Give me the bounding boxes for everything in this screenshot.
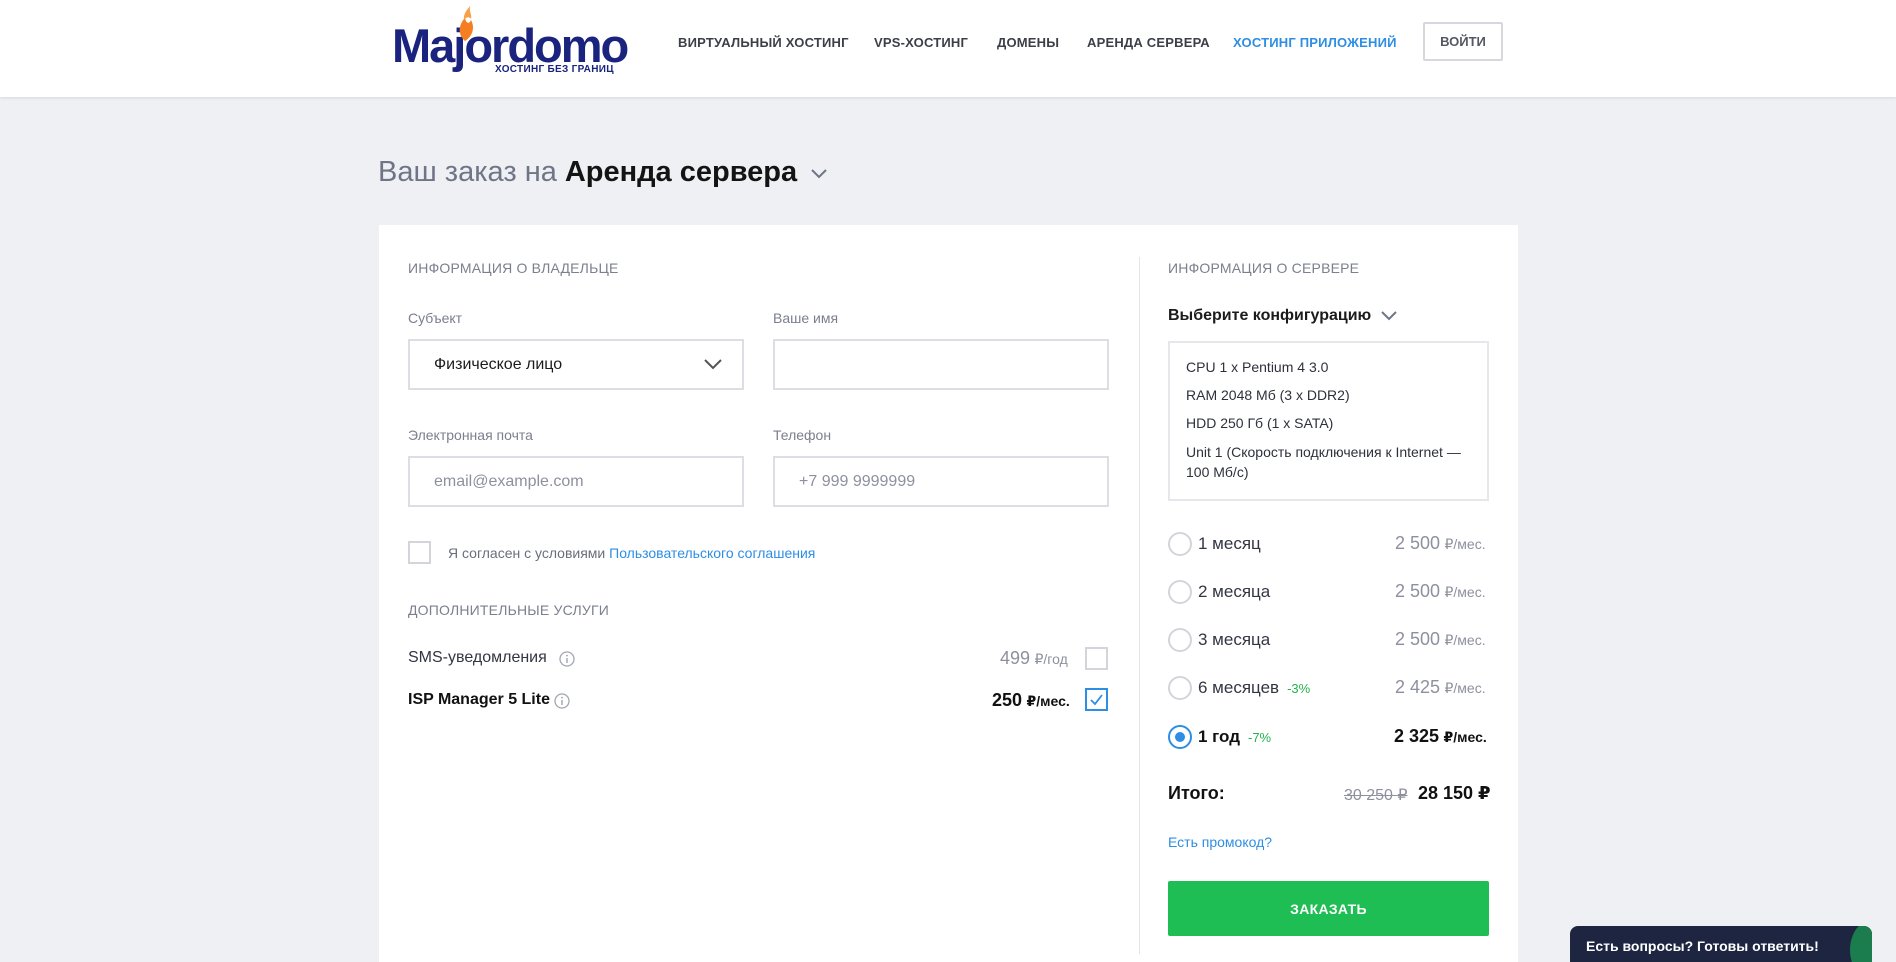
name-field[interactable] [773, 339, 1109, 390]
site-header: Majordomo ХОСТИНГ БЕЗ ГРАНИЦ ВИРТУАЛЬНЫЙ… [0, 0, 1896, 97]
period-label-2-months: 2 месяца [1198, 582, 1271, 601]
period-price-value: 2 500 [1395, 581, 1441, 601]
period-price-1-year: 2 325 ₽/мес. [1394, 726, 1487, 747]
email-input[interactable] [434, 472, 742, 491]
config-select-label: Выберите конфигурацию [1168, 307, 1372, 324]
phone-label: Телефон [773, 427, 832, 443]
isp-checkbox[interactable] [1085, 688, 1108, 711]
chat-widget[interactable]: Есть вопросы? Готовы ответить! [1570, 926, 1872, 962]
logo-tagline: ХОСТИНГ БЕЗ ГРАНИЦ [495, 64, 614, 75]
period-price-unit: ₽/мес. [1444, 536, 1486, 552]
config-specs-box: CPU 1 x Pentium 4 3.0 RAM 2048 Мб (3 x D… [1168, 341, 1489, 501]
spec-unit: Unit 1 (Скорость подключения к Internet … [1186, 444, 1461, 480]
period-price-value: 2 500 [1395, 533, 1441, 553]
isp-price-unit: ₽/мес. [1026, 693, 1070, 709]
user-agreement-link[interactable]: Пользовательского соглашения [609, 545, 815, 561]
period-price-6-months: 2 425 ₽/мес. [1395, 677, 1486, 698]
total-label: Итого: [1168, 783, 1225, 803]
page-title-product: Аренда сервера [564, 156, 798, 188]
name-label: Ваше имя [773, 310, 839, 326]
agree-label: Я согласен с условиями [448, 545, 606, 561]
period-label-1-month: 1 месяц [1198, 534, 1261, 553]
sms-price-value: 499 [1000, 648, 1031, 668]
agree-checkbox[interactable] [408, 541, 431, 564]
period-price-3-months: 2 500 ₽/мес. [1395, 629, 1486, 650]
period-price-2-months: 2 500 ₽/мес. [1395, 581, 1486, 602]
nav-vps-hosting[interactable]: VPS-ХОСТИНГ [874, 35, 968, 50]
period-price-value: 2 325 [1394, 726, 1440, 746]
period-radio-3-months[interactable] [1168, 628, 1192, 652]
chevron-down-icon [1381, 311, 1397, 321]
period-radio-1-month[interactable] [1168, 532, 1192, 556]
period-label-3-months: 3 месяца [1198, 630, 1271, 649]
period-price-unit: ₽/мес. [1444, 680, 1486, 696]
sms-service-name: SMS-уведомления [408, 649, 547, 666]
flame-icon [459, 6, 473, 41]
spec-ram: RAM 2048 Мб (3 x DDR2) [1186, 387, 1350, 403]
promo-code-link[interactable]: Есть промокод? [1168, 834, 1272, 850]
login-button[interactable]: ВОЙТИ [1423, 22, 1503, 61]
subject-select-value: Физическое лицо [434, 355, 563, 373]
nav-virtual-hosting[interactable]: ВИРТУАЛЬНЫЙ ХОСТИНГ [678, 35, 849, 50]
period-price-unit: ₽/мес. [1443, 729, 1487, 745]
period-price-value: 2 425 [1395, 677, 1441, 697]
server-section-title: ИНФОРМАЦИЯ О СЕРВЕРЕ [1168, 260, 1360, 276]
check-icon [1090, 694, 1103, 706]
subject-label: Субъект [408, 310, 463, 326]
sms-checkbox[interactable] [1085, 647, 1108, 670]
isp-price-value: 250 [992, 690, 1023, 710]
phone-field[interactable] [773, 456, 1109, 507]
owner-section-title: ИНФОРМАЦИЯ О ВЛАДЕЛЬЦЕ [408, 260, 619, 276]
period-price-unit: ₽/мес. [1444, 584, 1486, 600]
chat-widget-label: Есть вопросы? Готовы ответить! [1586, 938, 1819, 954]
chat-widget-accent [1850, 926, 1872, 962]
isp-service-name: ISP Manager 5 Lite [408, 691, 550, 708]
spec-hdd: HDD 250 Гб (1 x SATA) [1186, 415, 1334, 431]
period-price-1-month: 2 500 ₽/мес. [1395, 533, 1486, 554]
spec-cpu: CPU 1 x Pentium 4 3.0 [1186, 359, 1329, 375]
subject-select[interactable]: Физическое лицо [408, 339, 744, 390]
order-button[interactable]: ЗАКАЗАТЬ [1168, 881, 1489, 936]
name-input[interactable] [799, 355, 1107, 374]
email-label: Электронная почта [408, 427, 533, 443]
nav-app-hosting[interactable]: ХОСТИНГ ПРИЛОЖЕНИЙ [1233, 35, 1397, 50]
discount-badge: -3% [1287, 681, 1311, 696]
period-price-unit: ₽/мес. [1444, 632, 1486, 648]
extras-section-title: ДОПОЛНИТЕЛЬНЫЕ УСЛУГИ [408, 602, 609, 618]
total-old-price: 30 250 ₽ [1344, 787, 1408, 804]
period-label-1-year: 1 год -7% [1198, 727, 1271, 747]
nav-server-rent[interactable]: АРЕНДА СЕРВЕРА [1087, 35, 1210, 50]
config-select[interactable]: Выберите конфигурацию [1168, 307, 1397, 325]
discount-badge: -7% [1248, 730, 1272, 745]
period-radio-6-months[interactable] [1168, 676, 1192, 700]
sms-price-unit: ₽/год [1034, 651, 1068, 667]
phone-input[interactable] [799, 472, 1107, 491]
page-title[interactable]: Ваш заказ на Аренда сервера [378, 156, 827, 189]
email-field[interactable] [408, 456, 744, 507]
period-label-text: 1 год [1198, 727, 1240, 746]
column-divider [1139, 257, 1140, 954]
order-card [379, 225, 1518, 962]
period-radio-2-months[interactable] [1168, 580, 1192, 604]
total-new-price: 28 150 ₽ [1418, 783, 1491, 803]
chevron-down-icon [811, 168, 827, 178]
agree-text: Я согласен с условиями Пользовательского… [448, 545, 815, 561]
period-label-6-months: 6 месяцев -3% [1198, 678, 1310, 698]
isp-price: 250 ₽/мес. [992, 690, 1070, 711]
period-price-value: 2 500 [1395, 629, 1441, 649]
info-icon[interactable] [554, 693, 570, 709]
majordomo-logo[interactable]: Majordomo ХОСТИНГ БЕЗ ГРАНИЦ [392, 6, 629, 78]
period-label-text: 6 месяцев [1198, 678, 1280, 697]
chevron-down-icon [704, 359, 722, 370]
info-icon[interactable] [559, 651, 575, 667]
period-radio-1-year[interactable] [1168, 725, 1192, 749]
nav-domains[interactable]: ДОМЕНЫ [997, 35, 1059, 50]
page-title-prefix: Ваш заказ на [378, 156, 557, 188]
sms-price: 499 ₽/год [1000, 648, 1068, 669]
